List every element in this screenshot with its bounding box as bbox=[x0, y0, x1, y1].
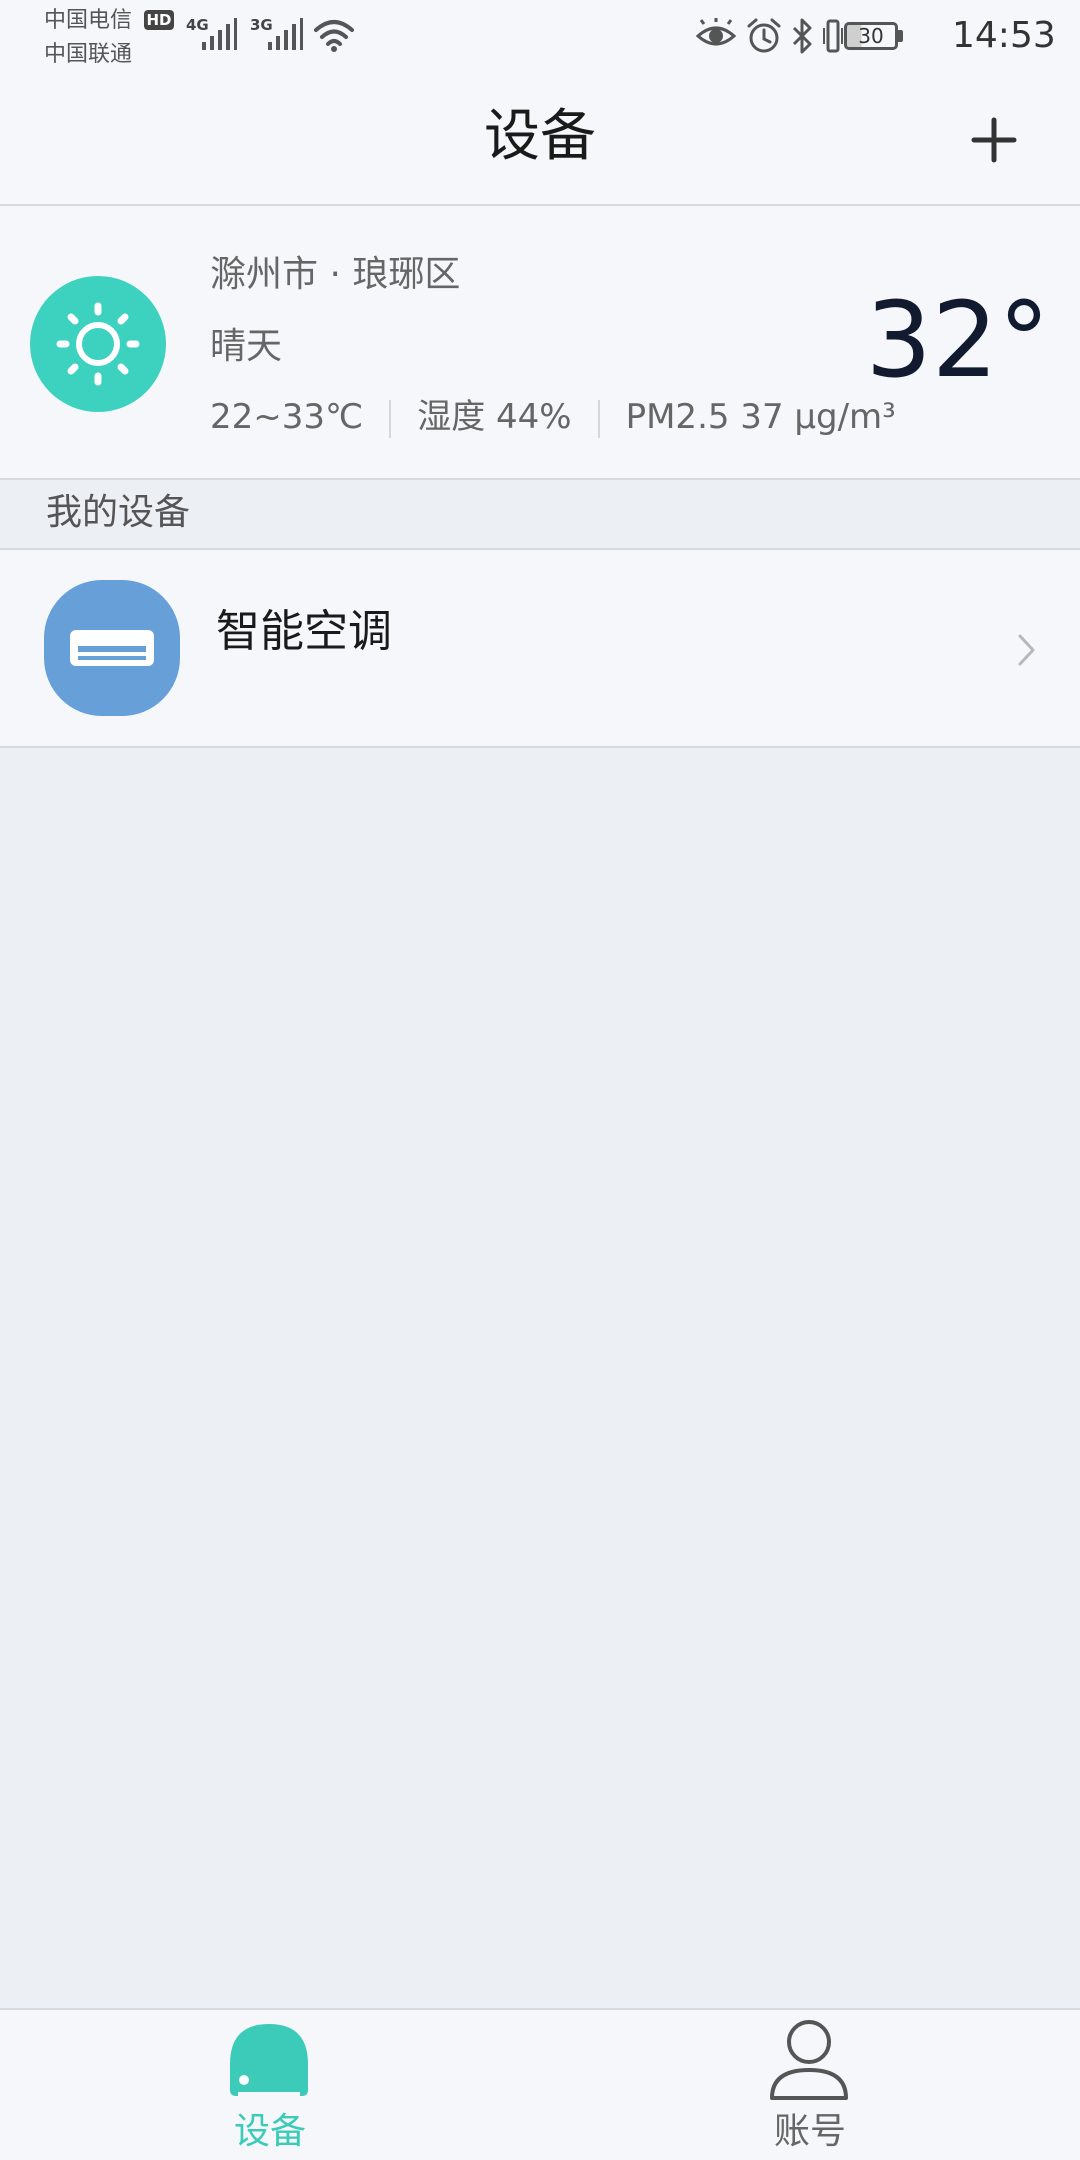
wifi-icon bbox=[314, 20, 354, 52]
device-name: 智能空调 bbox=[216, 606, 392, 657]
signal-icon bbox=[268, 18, 303, 50]
pm25: PM2.5 37 μg/m³ bbox=[625, 397, 896, 437]
app-header: 设备 bbox=[0, 72, 1080, 206]
tab-account[interactable]: 账号 bbox=[540, 2010, 1080, 2160]
app-root: 中国电信 中国联通 HD 4G 3G 30 14:53 设备 滁州市 · 琅琊区… bbox=[0, 0, 1080, 2160]
divider bbox=[389, 399, 392, 438]
tab-account-label: 账号 bbox=[773, 2111, 846, 2152]
bluetooth-icon bbox=[792, 18, 812, 54]
weather-condition: 晴天 bbox=[210, 326, 283, 367]
status-time: 14:53 bbox=[952, 15, 1056, 56]
add-device-button[interactable] bbox=[968, 114, 1020, 166]
tab-devices[interactable]: 设备 bbox=[0, 2010, 540, 2160]
account-icon bbox=[770, 2020, 848, 2100]
signal-icon bbox=[202, 18, 237, 50]
battery-icon: 30 bbox=[844, 22, 898, 50]
device-item-air-conditioner[interactable]: 智能空调 bbox=[0, 550, 1080, 748]
section-title: 我的设备 bbox=[46, 492, 191, 533]
current-temperature: 32° bbox=[865, 279, 1050, 401]
status-bar: 中国电信 中国联通 HD 4G 3G 30 14:53 bbox=[0, 0, 1080, 72]
page-title: 设备 bbox=[484, 104, 596, 169]
tab-devices-label: 设备 bbox=[233, 2111, 306, 2152]
hd-badge: HD bbox=[144, 10, 174, 30]
weather-location: 滁州市 · 琅琊区 bbox=[210, 254, 461, 295]
device-icon bbox=[230, 2024, 308, 2096]
battery-tip bbox=[898, 30, 903, 42]
weather-stats: 22~33℃ 湿度 44% PM2.5 37 μg/m³ bbox=[210, 392, 896, 442]
carrier-primary: 中国电信 bbox=[44, 8, 133, 33]
alarm-icon bbox=[747, 18, 781, 53]
my-devices-section: 我的设备 bbox=[0, 480, 1080, 550]
vibrate-icon bbox=[823, 19, 843, 53]
eye-icon bbox=[696, 18, 736, 46]
air-conditioner-icon bbox=[44, 580, 180, 716]
sun-icon bbox=[56, 302, 140, 386]
chevron-right-icon bbox=[1018, 634, 1035, 666]
plus-icon bbox=[971, 117, 1017, 163]
carrier-secondary: 中国联通 bbox=[44, 42, 133, 67]
weather-icon-badge bbox=[30, 276, 166, 412]
air-conditioner-glyph bbox=[70, 630, 154, 666]
weather-card: 滁州市 · 琅琊区 晴天 22~33℃ 湿度 44% PM2.5 37 μg/m³ … bbox=[0, 206, 1080, 480]
humidity: 湿度 44% bbox=[417, 397, 572, 437]
temperature-range: 22~33℃ bbox=[210, 397, 364, 437]
divider bbox=[597, 399, 600, 438]
bottom-navigation: 设备 账号 bbox=[0, 2008, 1080, 2160]
